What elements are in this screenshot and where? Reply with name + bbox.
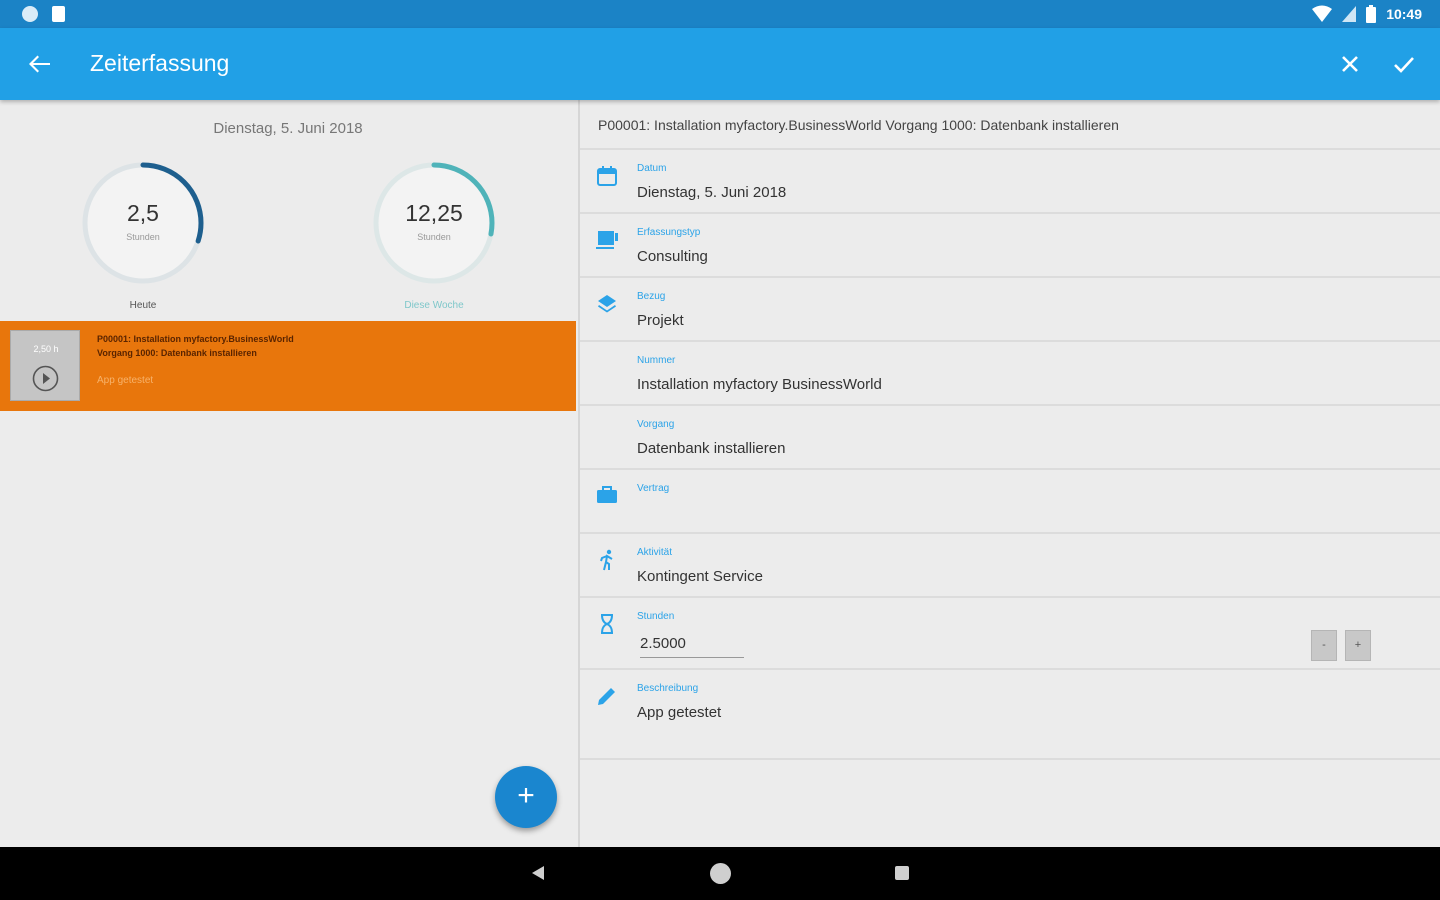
selected-date: Dienstag, 5. Juni 2018	[213, 120, 363, 137]
field-label: Stunden	[637, 611, 675, 622]
week-label: Diese Woche	[404, 300, 464, 311]
system-nav-bar	[0, 847, 1440, 900]
hourglass-icon	[601, 614, 613, 634]
add-entry-button[interactable]: +	[495, 766, 557, 828]
field-bezug[interactable]: Bezug Projekt	[580, 276, 1440, 340]
field-beschreibung[interactable]: Beschreibung App getestet	[580, 668, 1440, 760]
week-unit: Stunden	[417, 232, 451, 242]
page-title: Zeiterfassung	[90, 50, 230, 76]
running-icon	[600, 549, 613, 571]
circle-notification-icon	[22, 6, 38, 22]
field-stunden: Stunden - +	[580, 596, 1440, 668]
sd-card-icon	[52, 6, 65, 22]
entry-hours: 2,50 h	[33, 344, 59, 354]
field-value: App getestet	[637, 704, 722, 721]
field-value: Installation myfactory BusinessWorld	[637, 376, 882, 393]
entry-detail-pane: P00001: Installation myfactory.BusinessW…	[578, 100, 1440, 847]
close-icon[interactable]	[1334, 48, 1366, 80]
wifi-icon	[1312, 5, 1333, 22]
briefcase-icon	[597, 486, 617, 503]
field-datum[interactable]: Datum Dienstag, 5. Juni 2018	[580, 148, 1440, 212]
field-label: Datum	[637, 163, 667, 174]
week-gauge: 12,25 Stunden	[369, 158, 499, 288]
entry-description: App getestet	[97, 375, 154, 386]
field-label: Beschreibung	[637, 683, 699, 694]
entry-task: Vorgang 1000: Datenbank installieren	[97, 348, 257, 358]
today-hours: 2,5	[127, 200, 159, 226]
increment-button[interactable]: +	[1345, 630, 1371, 661]
battery-icon	[1366, 5, 1377, 23]
time-entry-card[interactable]: 2,50 h P00001: Installation myfactory.Bu…	[0, 321, 576, 411]
hours-input[interactable]	[640, 630, 744, 658]
field-aktivitaet[interactable]: Aktivität Kontingent Service	[580, 532, 1440, 596]
calendar-icon	[597, 166, 617, 186]
field-label: Nummer	[637, 355, 676, 366]
nav-recent-icon[interactable]	[895, 866, 909, 880]
today-unit: Stunden	[126, 232, 160, 242]
today-gauge: 2,5 Stunden	[78, 158, 208, 288]
field-label: Erfassungstyp	[637, 227, 701, 238]
field-value: Projekt	[637, 312, 684, 329]
check-icon[interactable]	[1388, 48, 1420, 80]
back-arrow-icon[interactable]	[24, 48, 56, 80]
field-label: Aktivität	[637, 547, 673, 558]
field-erfassungstyp[interactable]: Erfassungstyp Consulting	[580, 212, 1440, 276]
field-value: Kontingent Service	[637, 568, 763, 585]
clock: 10:49	[1386, 6, 1422, 22]
field-vorgang[interactable]: Vorgang Datenbank installieren	[580, 404, 1440, 468]
decrement-button[interactable]: -	[1311, 630, 1337, 661]
field-value: Consulting	[637, 248, 708, 265]
field-vertrag[interactable]: Vertrag	[580, 468, 1440, 532]
today-label: Heute	[129, 300, 157, 311]
nav-back-icon[interactable]	[530, 865, 546, 881]
day-overview-pane: Dienstag, 5. Juni 2018 2,5 Stunden Heute…	[0, 100, 576, 847]
layers-icon	[598, 295, 616, 313]
entry-project: P00001: Installation myfactory.BusinessW…	[97, 334, 294, 344]
type-icon	[596, 231, 618, 249]
field-nummer[interactable]: Nummer Installation myfactory BusinessWo…	[580, 340, 1440, 404]
week-hours: 12,25	[405, 200, 463, 226]
field-label: Bezug	[637, 291, 666, 302]
play-icon[interactable]	[32, 365, 59, 392]
detail-header: P00001: Installation myfactory.BusinessW…	[598, 117, 1119, 133]
field-value: Dienstag, 5. Juni 2018	[637, 184, 787, 201]
field-value: Datenbank installieren	[637, 440, 786, 457]
status-bar: 10:49	[0, 0, 1440, 28]
entry-timer[interactable]: 2,50 h	[10, 330, 80, 401]
signal-icon	[1342, 6, 1357, 22]
field-label: Vertrag	[637, 483, 670, 494]
pencil-icon	[598, 688, 615, 705]
app-bar: Zeiterfassung	[0, 28, 1440, 100]
nav-home-icon[interactable]	[710, 863, 731, 884]
field-label: Vorgang	[637, 419, 675, 430]
